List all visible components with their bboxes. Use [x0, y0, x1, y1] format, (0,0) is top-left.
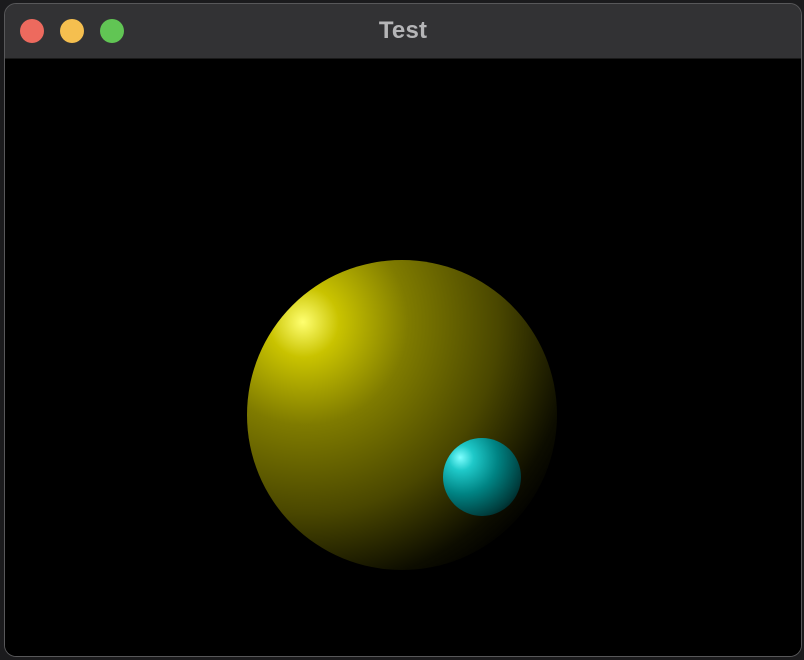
large-yellow-sphere: [247, 260, 557, 570]
app-window: Test: [4, 3, 802, 657]
scene-svg: [5, 59, 801, 656]
title-bar[interactable]: Test: [5, 4, 801, 59]
render-canvas[interactable]: [5, 59, 801, 656]
small-cyan-sphere: [443, 438, 521, 516]
window-title: Test: [378, 17, 428, 44]
